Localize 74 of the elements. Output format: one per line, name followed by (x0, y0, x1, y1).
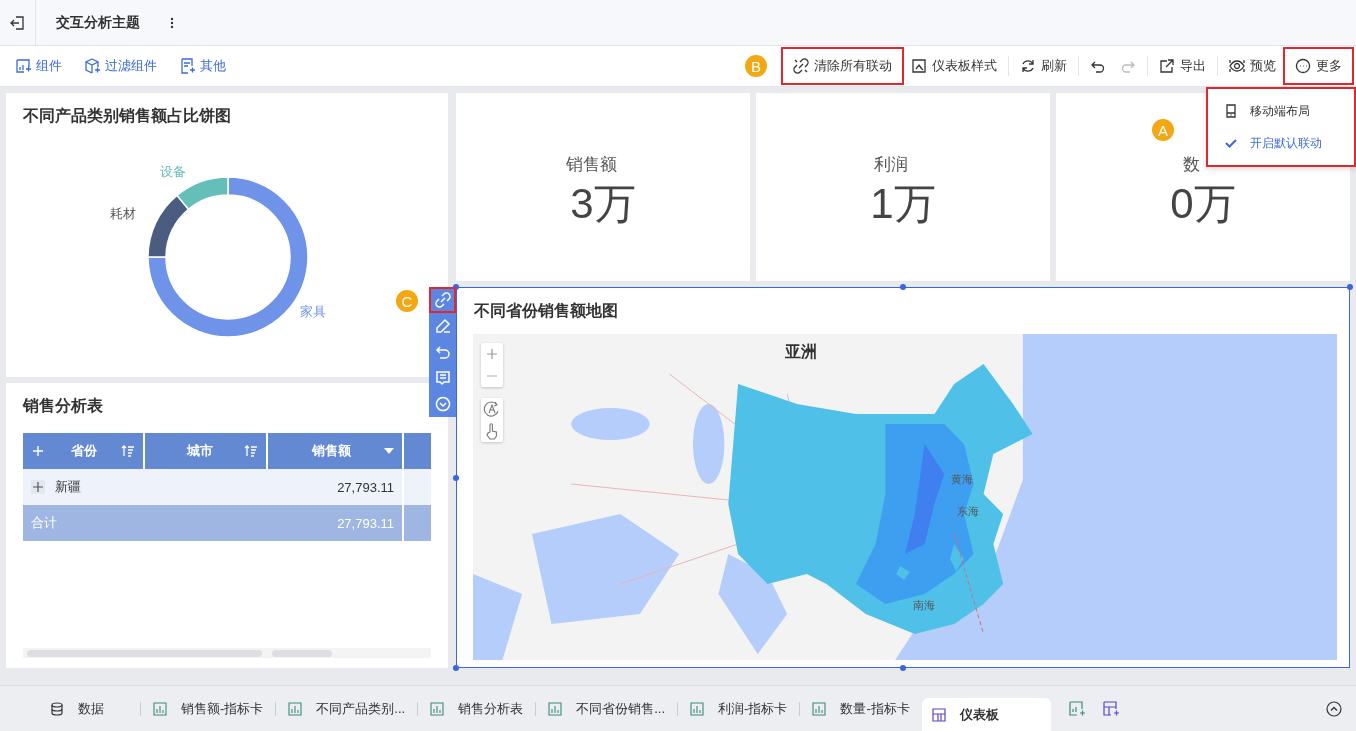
unlink-icon (793, 58, 809, 74)
chart-icon (690, 701, 705, 716)
kpi-value: 1万 (870, 178, 936, 229)
chart-icon (548, 701, 563, 716)
chart-icon (153, 701, 167, 716)
sheet-tab[interactable]: 不同产品类别... (276, 691, 418, 726)
map-label: 南海 (913, 598, 935, 613)
sort-icon[interactable] (121, 445, 135, 457)
sheet-tab[interactable]: 销售额-指标卡 (141, 691, 276, 726)
kpi-label: 销售额 (565, 153, 617, 176)
sheet-tab[interactable]: 利润-指标卡 (678, 691, 800, 726)
chart-icon (288, 701, 303, 716)
map-label: 东海 (957, 504, 979, 519)
sheet-tab[interactable]: 数据 (14, 691, 140, 726)
chart-icon (430, 701, 445, 716)
dropdown-icon[interactable] (384, 448, 394, 454)
database-icon (50, 701, 64, 716)
kpi-value: 3万 (570, 178, 636, 229)
other-add-icon (179, 58, 195, 74)
sheet-tab[interactable]: 仪表板 (921, 697, 1051, 731)
sheet-tab[interactable]: 不同省份销售... (536, 691, 678, 726)
scrollbar[interactable] (27, 649, 262, 657)
add-dashboard-icon[interactable] (1102, 700, 1119, 717)
expand-icon[interactable] (31, 480, 45, 494)
widget-add-icon (15, 58, 31, 74)
dashboard-title: 交互分析主题 (56, 13, 140, 32)
other-button[interactable]: 其他 (172, 47, 233, 85)
export-button[interactable]: 导出 (1152, 47, 1213, 85)
check-icon (1224, 136, 1238, 150)
more-button[interactable]: 更多 (1283, 47, 1354, 85)
donut-slice[interactable] (176, 176, 229, 210)
more-icon (1295, 58, 1311, 74)
more-options-icon[interactable] (170, 16, 174, 29)
total-value: 27,793.11 (337, 515, 394, 531)
chart-title: 不同产品类别销售额占比饼图 (23, 106, 231, 126)
annotation-badge: B (745, 55, 767, 77)
phone-icon (1224, 104, 1238, 118)
export-icon (1159, 58, 1175, 74)
kpi-label: 数 (1182, 153, 1200, 176)
style-icon (911, 58, 927, 74)
link-icon[interactable] (429, 287, 456, 313)
collapse-icon[interactable] (1326, 700, 1342, 717)
slice-label: 家具 (300, 303, 326, 321)
slice-label: 设备 (160, 163, 186, 181)
sheet-tab[interactable]: 销售分析表 (418, 691, 536, 726)
map-label: 亚洲 (785, 342, 817, 362)
table-title: 销售分析表 (23, 396, 103, 416)
slice-label: 耗材 (110, 205, 136, 223)
sort-icon[interactable] (244, 445, 258, 457)
filter-add-icon (84, 58, 100, 74)
map-drawing[interactable] (473, 334, 1337, 660)
kpi-label: 利润 (874, 153, 908, 176)
map-label: 黄海 (951, 472, 973, 487)
filter-button[interactable]: 过滤组件 (77, 47, 164, 85)
table-cell: 新疆 (55, 478, 81, 496)
menu-item[interactable]: 开启默认联动 (1208, 127, 1354, 159)
add-chart-icon[interactable] (1068, 700, 1085, 717)
preview-button[interactable]: 预览 (1222, 47, 1283, 85)
map-title: 不同省份销售额地图 (474, 301, 618, 321)
total-label: 合计 (31, 514, 57, 532)
style-button[interactable]: 仪表板样式 (904, 47, 1004, 85)
unlink-button[interactable]: 清除所有联动 (781, 47, 904, 85)
donut-slice[interactable] (147, 194, 190, 258)
widget-button[interactable]: 组件 (8, 47, 69, 85)
preview-icon (1229, 58, 1245, 74)
sheet-tab[interactable]: 数量-指标卡 (800, 691, 922, 726)
chart-icon (812, 701, 827, 716)
refresh-button[interactable]: 刷新 (1013, 47, 1074, 85)
refresh-icon (1020, 58, 1036, 74)
kpi-value: 0万 (1170, 178, 1236, 229)
table-cell: 27,793.11 (337, 479, 394, 495)
menu-item[interactable]: 移动端布局 (1208, 95, 1354, 127)
dashboard-icon (931, 707, 946, 722)
scrollbar[interactable] (272, 649, 332, 657)
